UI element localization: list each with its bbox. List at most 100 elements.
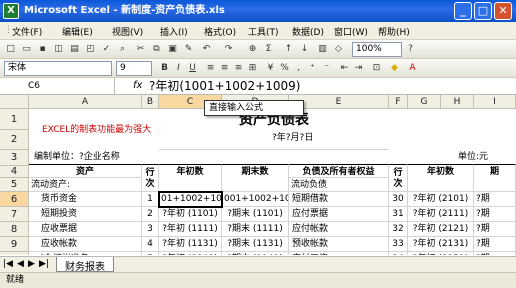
research-icon[interactable]: ⌕ [116,43,129,56]
cell-a8[interactable]: 应收票据 [29,222,142,237]
header-begin[interactable]: 年初数 [159,164,222,192]
font-name-select[interactable]: 宋体 [4,61,112,76]
increase-decimal-icon[interactable]: ⁺ [306,62,319,75]
select-all-corner[interactable] [0,95,29,109]
row-header-7[interactable]: 7 [0,207,29,222]
row-header-9[interactable]: 9 [0,237,29,252]
header-row-no-2[interactable]: 行次 [389,164,408,192]
decrease-decimal-icon[interactable]: ⁻ [320,62,333,75]
formula-input[interactable]: ?年初(1001+1002+1009) [149,78,300,94]
spelling-icon[interactable]: ✓ [100,43,113,56]
print-preview-icon[interactable]: ◰ [84,43,97,56]
cell-d6[interactable]: 001+1002+1009) [222,192,289,207]
row-header-8[interactable]: 8 [0,222,29,237]
header-end[interactable]: 期末数 [222,164,289,192]
row-header-4[interactable]: 4 [0,166,29,178]
permission-icon[interactable]: ◫ [52,43,65,56]
decrease-indent-icon[interactable]: ⇤ [338,62,351,75]
cell-c9[interactable]: ?年初 (1131) [159,237,222,252]
cell-a6[interactable]: 货币资金 [29,192,142,207]
cell-i8[interactable]: ?期 [474,222,516,237]
tab-first-icon[interactable]: |◀ [3,259,13,269]
cell-g8[interactable]: ?年初 (2121) [408,222,474,237]
comma-style-icon[interactable]: , [292,62,305,75]
cell-i9[interactable]: ?期 [474,237,516,252]
copy-icon[interactable]: ⧉ [150,43,163,56]
align-center-icon[interactable]: ≡ [218,62,231,75]
print-icon[interactable]: ▤ [68,43,81,56]
cell-a7[interactable]: 短期投资 [29,207,142,222]
column-header-i[interactable]: I [474,95,516,109]
tab-last-icon[interactable]: ▶| [39,259,49,269]
cell-c10[interactable]: ?年初 (1141) [159,252,222,255]
excel-app-icon[interactable]: X [3,3,19,19]
increase-indent-icon[interactable]: ⇥ [352,62,365,75]
percent-icon[interactable]: % [278,62,291,75]
menu-item-view[interactable]: 视图(V) [112,25,143,38]
maximize-button[interactable]: □ [474,2,492,20]
menu-item-tools[interactable]: 工具(T) [248,25,279,38]
name-box[interactable]: C6 [0,78,115,94]
redo-icon[interactable]: ↷ [222,43,235,56]
header-assets[interactable]: 资产 [29,164,142,178]
cell-e9[interactable]: 预收帐款 [289,237,389,252]
paste-icon[interactable]: ▣ [166,43,179,56]
menu-item-insert[interactable]: 插入(I) [160,25,188,38]
autosum-icon[interactable]: Σ [262,43,275,56]
cell-d10[interactable]: ?期末 (1141) [222,252,289,255]
cell-f8[interactable]: 32 [389,222,408,237]
undo-icon[interactable]: ↶ [200,43,213,56]
menu-item-file[interactable]: 文件(F) [12,25,42,38]
column-header-b[interactable]: B [142,95,159,109]
note-text[interactable]: EXCEL的制表功能最为强大 [40,123,180,137]
cell-g9[interactable]: ?年初 (2131) [408,237,474,252]
zoom-select[interactable]: 100% [352,42,402,57]
company-name[interactable]: 编制单位：?企业名称 [32,150,172,164]
minimize-button[interactable]: _ [454,2,472,20]
cell-g10[interactable]: ?年初 (2151) [408,252,474,255]
cell-b8[interactable]: 3 [142,222,159,237]
report-date[interactable]: ?年?月?日 [270,131,370,145]
cell-d7[interactable]: ?期末 (1101) [222,207,289,222]
cell-a10[interactable]: 减:坏帐准备 [29,252,142,255]
help-icon[interactable]: ? [404,43,417,56]
row-header-3[interactable]: 3 [0,150,29,166]
column-header-h[interactable]: H [441,95,474,109]
header-row-no[interactable]: 行次 [142,164,159,192]
cell-f10[interactable]: 34 [389,252,408,255]
chart-wizard-icon[interactable]: ▥ [316,43,329,56]
cell-e8[interactable]: 应付帐款 [289,222,389,237]
cell-c8[interactable]: ?年初 (1111) [159,222,222,237]
cell-d8[interactable]: ?期末 (1111) [222,222,289,237]
cell-i7[interactable]: ?期 [474,207,516,222]
sort-ascending-icon[interactable]: ↑ [282,43,295,56]
header-end-2[interactable]: 期 [474,164,516,192]
align-right-icon[interactable]: ≡ [232,62,245,75]
tab-prev-icon[interactable]: ◀ [17,259,24,269]
cell-i10[interactable]: ?期 [474,252,516,255]
merge-center-icon[interactable]: ⊞ [246,62,259,75]
sheet-tab-financial[interactable]: 财务报表 [56,257,114,273]
cell-d9[interactable]: ?期末 (1131) [222,237,289,252]
cell-e7[interactable]: 应付票据 [289,207,389,222]
row-header-1[interactable]: 1 [0,109,29,130]
row-header-5[interactable]: 5 [0,178,29,192]
row-header-2[interactable]: 2 [0,130,29,150]
italic-button[interactable]: I [172,62,185,75]
cut-icon[interactable]: ✂ [134,43,147,56]
sort-descending-icon[interactable]: ↓ [298,43,311,56]
menu-item-window[interactable]: 窗口(W) [334,25,368,38]
row-header-6[interactable]: 6 [0,192,29,207]
cell-g6[interactable]: ?年初 (2101) [408,192,474,207]
fx-icon[interactable]: fx [133,80,142,91]
cell-a9[interactable]: 应收帐款 [29,237,142,252]
row-header-10[interactable]: 10 [0,252,29,255]
menu-item-help[interactable]: 帮助(H) [378,25,410,38]
cell-g7[interactable]: ?年初 (2111) [408,207,474,222]
cell-f9[interactable]: 33 [389,237,408,252]
underline-button[interactable]: U [186,62,199,75]
cell-e10[interactable]: 应付工资 [289,252,389,255]
font-color-icon[interactable]: A [406,62,419,75]
current-assets-label[interactable]: 流动资产: [29,178,142,192]
current-liab-label[interactable]: 流动负债 [289,178,389,192]
